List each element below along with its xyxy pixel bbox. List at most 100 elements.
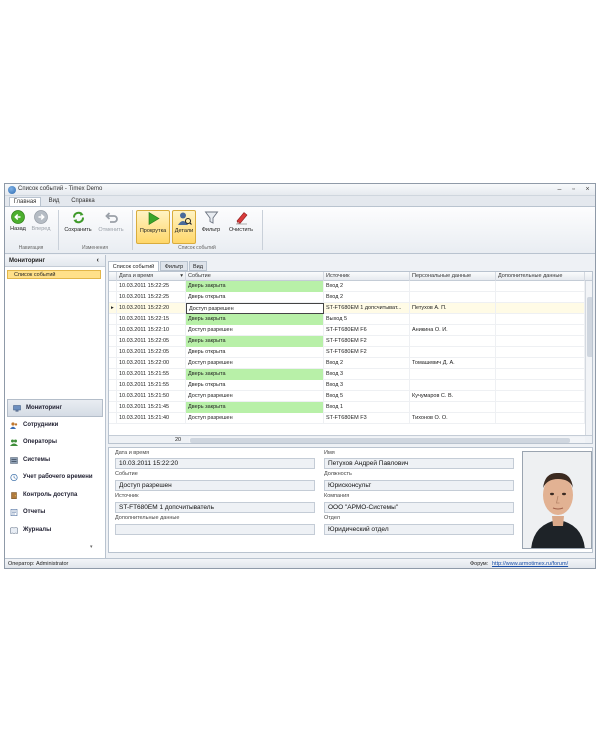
cell-extra <box>496 391 585 402</box>
details-button[interactable]: Детали <box>172 210 196 244</box>
grid-footer: 20 <box>109 435 592 443</box>
table-row[interactable]: 10.03.2011 15:21:40 Доступ разрешен ST-FT6… <box>109 413 585 424</box>
cell-extra <box>496 369 585 380</box>
table-row[interactable]: ▸ 10.03.2011 15:22:20 Доступ разрешен ST-FT… <box>109 303 585 314</box>
vertical-scrollbar[interactable] <box>585 281 592 435</box>
collapse-icon[interactable]: ‹ <box>97 255 99 267</box>
tab-help[interactable]: Справка <box>67 197 99 206</box>
cell-extra <box>496 358 585 369</box>
cell-src: Вход 5 <box>324 391 410 402</box>
table-row[interactable]: 10.03.2011 15:21:55 Дверь закрыта Вход 3 <box>109 369 585 380</box>
funnel-icon <box>204 211 218 224</box>
table-row[interactable]: 10.03.2011 15:22:05 Дверь открыта ST-FT680… <box>109 347 585 358</box>
field-position[interactable]: Юрисконсульт <box>324 480 514 491</box>
nav-item-time-tracking[interactable]: Учет рабочего времени <box>5 469 105 487</box>
table-row[interactable]: 10.03.2011 15:21:50 Доступ разрешен Вход 5… <box>109 391 585 402</box>
field-event[interactable]: Доступ разрешен <box>115 480 315 491</box>
window-title: Список событий - Timex Demo <box>18 186 103 192</box>
scrollbar-thumb[interactable] <box>587 297 592 357</box>
cell-src: ST-FT680EM F2 <box>324 347 410 358</box>
scrollbar-thumb[interactable] <box>190 438 570 443</box>
nav-item-employees[interactable]: Сотрудники <box>5 417 105 435</box>
play-icon <box>148 211 160 226</box>
forward-arrow-icon <box>34 210 48 224</box>
undo-icon <box>104 212 118 223</box>
cell-person <box>410 281 496 292</box>
group-label-changes: Изменения <box>82 245 108 251</box>
table-row[interactable]: 10.03.2011 15:22:25 Дверь открыта Вход 2 <box>109 292 585 303</box>
tab-view-content[interactable]: Вид <box>189 261 207 271</box>
column-header-extra[interactable]: Дополнительные данные <box>496 272 585 281</box>
sidebar-header: Мониторинг ‹ <box>5 255 105 267</box>
table-row[interactable]: 10.03.2011 15:21:45 Дверь закрыта Вход 1 <box>109 402 585 413</box>
tab-home[interactable]: Главная <box>9 197 41 206</box>
nav-item-operators[interactable]: Операторы <box>5 434 105 452</box>
cell-dt: 10.03.2011 15:21:50 <box>117 391 186 402</box>
cell-person <box>410 314 496 325</box>
label-department: Отдел <box>324 515 340 521</box>
nav-item-journals[interactable]: Журналы <box>5 522 105 540</box>
close-icon[interactable]: × <box>582 185 593 194</box>
forum-link[interactable]: http://www.armotimex.ru/forum/ <box>492 559 568 568</box>
group-label-navigation: Навигация <box>18 245 44 251</box>
field-department[interactable]: Юридический отдел <box>324 524 514 535</box>
field-name[interactable]: Петухов Андрей Павлович <box>324 458 514 469</box>
app-window: Список событий - Timex Demo – ▫ × Главна… <box>4 183 596 569</box>
maximize-icon[interactable]: ▫ <box>568 185 579 194</box>
table-row[interactable]: 10.03.2011 15:22:05 Дверь закрыта ST-FT680… <box>109 336 585 347</box>
tab-view[interactable]: Вид <box>43 197 65 206</box>
column-header-event[interactable]: Событие <box>186 272 324 281</box>
field-company[interactable]: ООО "АРМО-Системы" <box>324 502 514 513</box>
back-button[interactable]: Назад <box>8 210 28 244</box>
tab-event-list[interactable]: Список событий <box>108 261 159 271</box>
row-indicator <box>109 314 117 325</box>
cancel-button[interactable]: Отменить <box>96 210 126 244</box>
forward-button[interactable]: Вперед <box>30 210 52 244</box>
column-header-source[interactable]: Источник <box>324 272 410 281</box>
cell-extra <box>496 325 585 336</box>
label-name: Имя <box>324 450 335 456</box>
label-company: Компания <box>324 493 350 499</box>
table-row[interactable]: 10.03.2011 15:21:55 Дверь открыта Вход 3 <box>109 380 585 391</box>
cell-person <box>410 380 496 391</box>
cell-dt: 10.03.2011 15:22:10 <box>117 325 186 336</box>
nav-item-reports[interactable]: Отчеты <box>5 504 105 522</box>
field-datetime[interactable]: 10.03.2011 15:22:20 <box>115 458 315 469</box>
tab-filter[interactable]: Фильтр <box>160 261 188 271</box>
systems-icon <box>10 456 18 464</box>
table-row[interactable]: 10.03.2011 15:22:00 Доступ разрешен Вход 2… <box>109 358 585 369</box>
cell-src: ST-FT680EM F2 <box>324 336 410 347</box>
filter-button[interactable]: Фильтр <box>199 210 223 244</box>
current-row-arrow-icon: ▸ <box>109 303 117 314</box>
cell-src: Вход 1 <box>324 402 410 413</box>
nav-scroll-down-icon[interactable]: ▾ <box>90 544 93 550</box>
minimize-icon[interactable]: – <box>554 185 565 194</box>
clear-button[interactable]: Очистить <box>226 210 256 244</box>
column-header-personal[interactable]: Персональные данные <box>410 272 496 281</box>
cell-extra <box>496 303 585 314</box>
nav-item-systems[interactable]: Системы <box>5 452 105 470</box>
save-button[interactable]: Сохранить <box>63 210 93 244</box>
scroll-button[interactable]: Прокрутка <box>136 210 170 244</box>
column-header-datetime[interactable]: Дата и время ▾ <box>117 272 186 281</box>
field-extra[interactable] <box>115 524 315 535</box>
sidebar-title: Мониторинг <box>9 258 45 264</box>
nav-item-monitoring[interactable]: Мониторинг <box>7 399 103 417</box>
sidebar-item-event-list[interactable]: Список событий <box>7 270 101 279</box>
field-source[interactable]: ST-FT680EM 1 допсчитыватель <box>115 502 315 513</box>
label-extra: Дополнительные данные <box>115 515 180 521</box>
employees-icon <box>10 421 18 429</box>
label-event: Событие <box>115 471 138 477</box>
nav-item-access-control[interactable]: Контроль доступа <box>5 487 105 505</box>
table-row[interactable]: 10.03.2011 15:22:10 Доступ разрешен ST-FT6… <box>109 325 585 336</box>
time-tracking-icon <box>10 474 18 481</box>
journals-icon <box>10 526 18 534</box>
cell-event: Дверь открыта <box>186 292 324 303</box>
row-indicator <box>109 336 117 347</box>
cell-extra <box>496 347 585 358</box>
table-row[interactable]: 10.03.2011 15:22:15 Дверь закрыта Выход 5 <box>109 314 585 325</box>
cell-event: Дверь открыта <box>186 380 324 391</box>
cell-src: Выход 5 <box>324 314 410 325</box>
horizontal-scrollbar[interactable] <box>189 437 585 443</box>
table-row[interactable]: 10.03.2011 15:22:25 Дверь закрыта Вход 2 <box>109 281 585 292</box>
